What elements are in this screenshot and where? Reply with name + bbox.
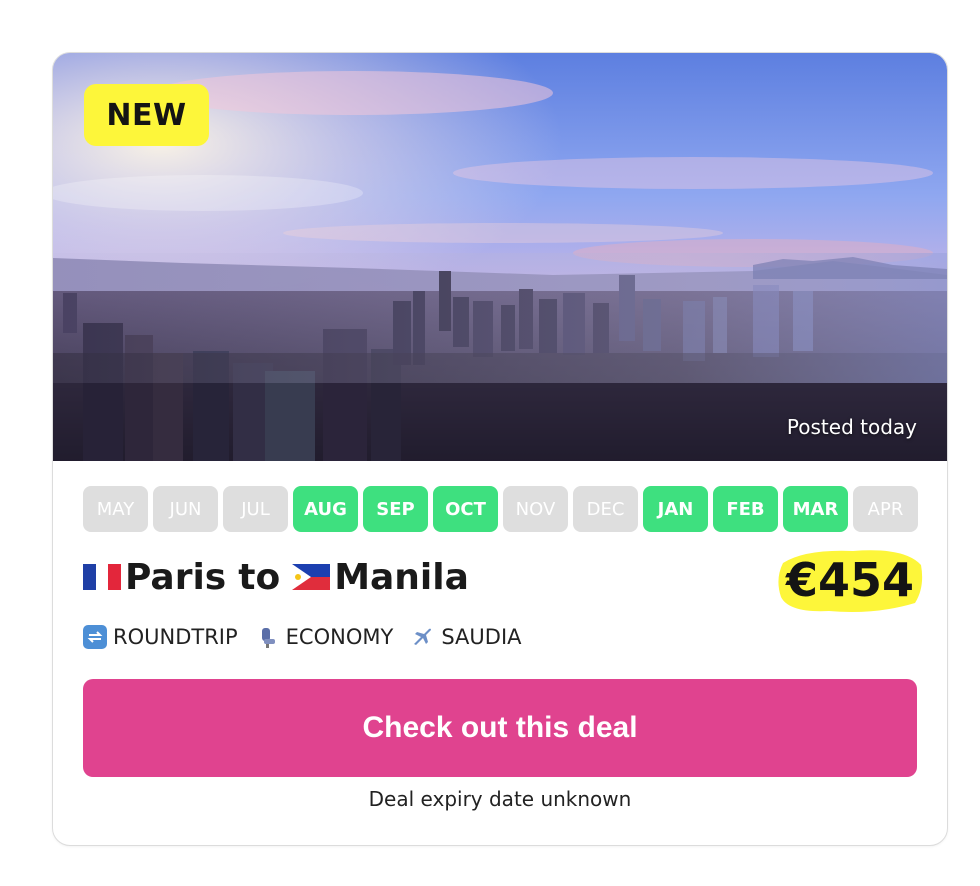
deal-expiry: Deal expiry date unknown	[368, 787, 632, 811]
route-title: Paris to Manila	[83, 551, 469, 603]
destination-photo: NEW Posted today	[53, 53, 947, 461]
trip-type: ROUNDTRIP	[83, 625, 238, 649]
posted-date: Posted today	[786, 415, 917, 439]
check-out-deal-button[interactable]: Check out this deal	[83, 679, 917, 777]
month-apr: APR	[853, 486, 918, 532]
seat-icon	[256, 625, 280, 649]
origin-city: Paris	[125, 556, 227, 598]
airplane-icon	[411, 625, 435, 649]
month-mar: MAR	[783, 486, 848, 532]
month-jul: JUL	[223, 486, 288, 532]
airline: SAUDIA	[411, 625, 522, 649]
roundtrip-icon	[83, 625, 107, 649]
deal-card[interactable]: NEW Posted today MAY JUN JUL AUG SEP OCT NOV DE…	[52, 52, 948, 846]
month-jun: JUN	[153, 486, 218, 532]
france-flag-icon	[83, 564, 121, 590]
destination-city: Manila	[334, 556, 469, 598]
deal-price: €454	[785, 553, 915, 607]
philippines-flag-icon	[292, 564, 331, 590]
month-may: MAY	[83, 486, 148, 532]
travel-months: MAY JUN JUL AUG SEP OCT NOV DEC JAN FEB MAR APR	[83, 486, 918, 532]
cabin-class: ECONOMY	[256, 625, 394, 649]
trip-details: ROUNDTRIP ECONOMY SAUDIA	[83, 625, 522, 649]
month-feb: FEB	[713, 486, 778, 532]
month-aug: AUG	[293, 486, 358, 532]
month-dec: DEC	[573, 486, 638, 532]
route-connector: to	[238, 556, 281, 598]
airline-label: SAUDIA	[441, 625, 522, 649]
month-nov: NOV	[503, 486, 568, 532]
month-sep: SEP	[363, 486, 428, 532]
price-tag: €454	[775, 543, 925, 617]
trip-type-label: ROUNDTRIP	[113, 625, 238, 649]
new-badge: NEW	[84, 84, 209, 146]
month-jan: JAN	[643, 486, 708, 532]
month-oct: OCT	[433, 486, 498, 532]
cabin-class-label: ECONOMY	[285, 625, 394, 649]
